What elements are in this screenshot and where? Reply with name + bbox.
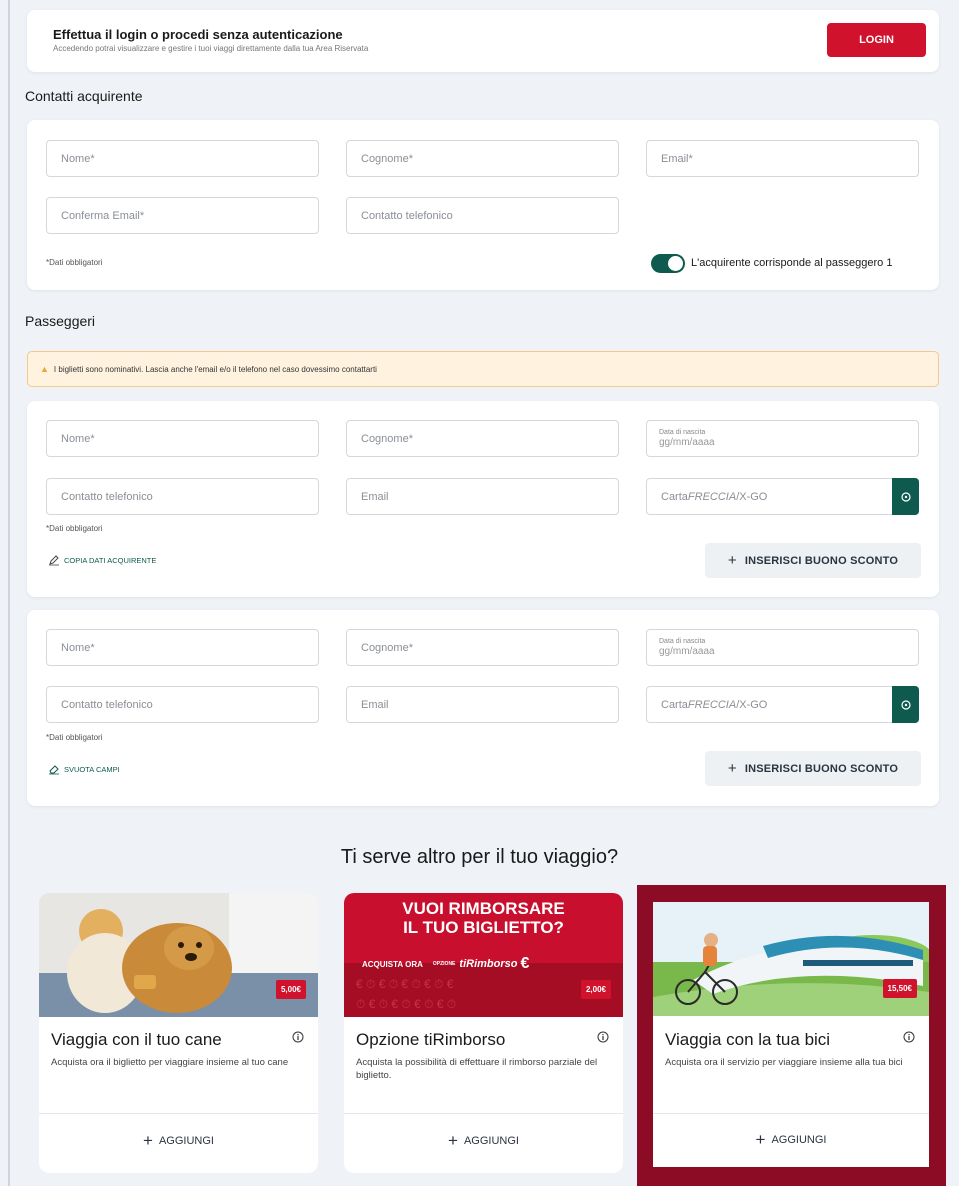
buyer-cognome-input[interactable]: Cognome* xyxy=(346,140,619,177)
carta-info-icon[interactable] xyxy=(892,478,919,515)
eraser-icon xyxy=(49,765,59,775)
carta-info-icon[interactable] xyxy=(892,686,919,723)
extra-card-tirimborso[interactable]: € ⏱ € ⏱ € ⏱ € ⏱ € ⏱ € ⏱ € ⏱ € ⏱ € ⏱ VUOI… xyxy=(344,893,623,1173)
plus-icon: + xyxy=(727,552,737,569)
plus-icon: + xyxy=(755,1130,766,1149)
discount-label: INSERISCI BUONO SCONTO xyxy=(744,554,899,567)
clear-fields-label: SVUOTA CAMPI xyxy=(64,764,120,774)
passenger-1-cognome-input[interactable]: Cognome* xyxy=(346,420,619,457)
buyer-confirm-email-input[interactable]: Conferma Email* xyxy=(46,197,319,234)
passenger-2-phone-input[interactable]: Contatto telefonico xyxy=(46,686,319,723)
banner-opt: OPZIONE xyxy=(432,961,456,967)
login-subtitle: Accedendo potrai visualizzare e gestire … xyxy=(53,44,369,53)
euro-icon: € xyxy=(520,955,530,972)
birthdate-placeholder: gg/mm/aaaa xyxy=(659,646,715,657)
birthdate-label: Data di nascita xyxy=(659,429,706,436)
buyer-required-note: *Dati obbligatori xyxy=(46,258,103,267)
passenger-1-required-note: *Dati obbligatori xyxy=(46,524,103,533)
plus-icon: + xyxy=(448,1131,458,1150)
carta-prefix: Carta xyxy=(661,698,688,711)
passenger-2-birthdate-input[interactable]: Data di nascita gg/mm/aaaa xyxy=(646,629,919,666)
tirimborso-card-title: Opzione tiRimborso xyxy=(356,1030,506,1049)
plus-icon: + xyxy=(727,760,737,777)
discount-label: INSERISCI BUONO SCONTO xyxy=(744,762,899,775)
bike-add-button[interactable]: + AGGIUNGI xyxy=(653,1120,929,1160)
banner-line1: VUOI RIMBORSARE xyxy=(402,899,565,918)
bike-card-title: Viaggia con la tua bici xyxy=(665,1030,831,1049)
carta-suffix: /X-GO xyxy=(736,698,768,711)
banner-small: ACQUISTA ORA xyxy=(362,959,423,969)
passenger-1-phone-input[interactable]: Contatto telefonico xyxy=(46,478,319,515)
buyer-section-title: Contatti acquirente xyxy=(25,88,143,104)
carta-italic: FRECCIA xyxy=(687,490,737,503)
carta-prefix: Carta xyxy=(661,490,688,503)
tirimborso-banner-heading: VUOI RIMBORSARE IL TUO BIGLIETTO? xyxy=(344,899,623,937)
buyer-is-passenger-label: L'acquirente corrisponde al passeggero 1 xyxy=(691,257,893,269)
buyer-phone-input[interactable]: Contatto telefonico xyxy=(346,197,619,234)
tirimborso-card-description: Acquista la possibilità di effettuare il… xyxy=(356,1057,598,1081)
info-icon[interactable] xyxy=(292,1031,304,1043)
buyer-email-input[interactable]: Email* xyxy=(646,140,919,177)
svg-text:€ ⏱ € ⏱ € ⏱ € ⏱ €: € ⏱ € ⏱ € ⏱ € ⏱ € xyxy=(356,977,454,991)
card-divider xyxy=(653,1113,929,1114)
copy-buyer-data-label: COPIA DATI ACQUIRENTE xyxy=(64,555,157,565)
passenger-2-required-note: *Dati obbligatori xyxy=(46,733,103,742)
login-banner: Effettua il login o procedi senza autent… xyxy=(27,10,939,72)
birthdate-placeholder: gg/mm/aaaa xyxy=(659,437,715,448)
bike-price-badge: 15,50€ xyxy=(882,979,917,998)
bike-card-description: Acquista ora il servizio per viaggiare i… xyxy=(665,1057,903,1068)
add-label: AGGIUNGI xyxy=(463,1135,519,1147)
dog-add-button[interactable]: + AGGIUNGI xyxy=(39,1121,318,1161)
extra-card-dog[interactable]: 5,00€ Viaggia con il tuo cane Acquista o… xyxy=(39,893,318,1173)
login-title: Effettua il login o procedi senza autent… xyxy=(53,27,343,42)
pencil-icon xyxy=(49,555,59,566)
info-icon[interactable] xyxy=(597,1031,609,1043)
page-left-border xyxy=(8,0,10,1186)
clear-fields-link[interactable]: SVUOTA CAMPI xyxy=(48,763,120,775)
passenger-2-carta-freccia-input[interactable]: Carta FRECCIA/X-GO xyxy=(646,686,919,723)
copy-buyer-data-link[interactable]: COPIA DATI ACQUIRENTE xyxy=(48,554,156,566)
passenger-2-cognome-input[interactable]: Cognome* xyxy=(346,629,619,666)
card-divider xyxy=(39,1113,318,1114)
birthdate-label: Data di nascita xyxy=(659,638,706,645)
tirimborso-add-button[interactable]: + AGGIUNGI xyxy=(344,1121,623,1161)
passenger-2-nome-input[interactable]: Nome* xyxy=(46,629,319,666)
buyer-is-passenger-toggle[interactable] xyxy=(651,254,685,273)
passenger-2-email-input[interactable]: Email xyxy=(346,686,619,723)
extras-title: Ti serve altro per il tuo viaggio? xyxy=(340,846,619,868)
passenger-2-discount-button[interactable]: + INSERISCI BUONO SCONTO xyxy=(705,751,921,786)
card-divider xyxy=(344,1113,623,1114)
passengers-section-title: Passeggeri xyxy=(25,313,96,329)
plus-icon: + xyxy=(143,1131,153,1150)
nominative-warning: ▲ I biglietti sono nominativi. Lascia an… xyxy=(27,351,939,387)
banner-brand: tiRimborso xyxy=(459,958,518,970)
add-label: AGGIUNGI xyxy=(158,1135,214,1147)
buyer-nome-input[interactable]: Nome* xyxy=(46,140,319,177)
passenger-1-email-input[interactable]: Email xyxy=(346,478,619,515)
bike-image xyxy=(653,902,929,1016)
add-label: AGGIUNGI xyxy=(771,1134,827,1146)
carta-italic: FRECCIA xyxy=(687,698,737,711)
warning-text: I biglietti sono nominativi. Lascia anch… xyxy=(53,364,377,374)
info-icon[interactable] xyxy=(903,1031,915,1043)
dog-card-title: Viaggia con il tuo cane xyxy=(51,1030,222,1049)
tirimborso-price-badge: 2,00€ xyxy=(580,980,611,999)
banner-line2: IL TUO BIGLIETTO? xyxy=(403,918,564,937)
passenger-1-carta-freccia-input[interactable]: Carta FRECCIA/X-GO xyxy=(646,478,919,515)
passenger-1-birthdate-input[interactable]: Data di nascita gg/mm/aaaa xyxy=(646,420,919,457)
dog-card-description: Acquista ora il biglietto per viaggiare … xyxy=(51,1057,289,1068)
tirimborso-banner-cta: ACQUISTA ORA OPZIONE tiRimborso € xyxy=(362,955,529,973)
dog-price-badge: 5,00€ xyxy=(275,980,306,999)
passenger-1-discount-button[interactable]: + INSERISCI BUONO SCONTO xyxy=(705,543,921,578)
login-button[interactable]: LOGIN xyxy=(827,23,926,57)
carta-suffix: /X-GO xyxy=(736,490,768,503)
passenger-1-nome-input[interactable]: Nome* xyxy=(46,420,319,457)
svg-text:⏱ € ⏱ € ⏱ € ⏱ € ⏱: ⏱ € ⏱ € ⏱ € ⏱ € ⏱ xyxy=(356,997,456,1011)
warning-icon: ▲ xyxy=(40,364,49,374)
extra-card-bike[interactable]: 15,50€ Viaggia con la tua bici Acquista … xyxy=(653,902,929,1167)
